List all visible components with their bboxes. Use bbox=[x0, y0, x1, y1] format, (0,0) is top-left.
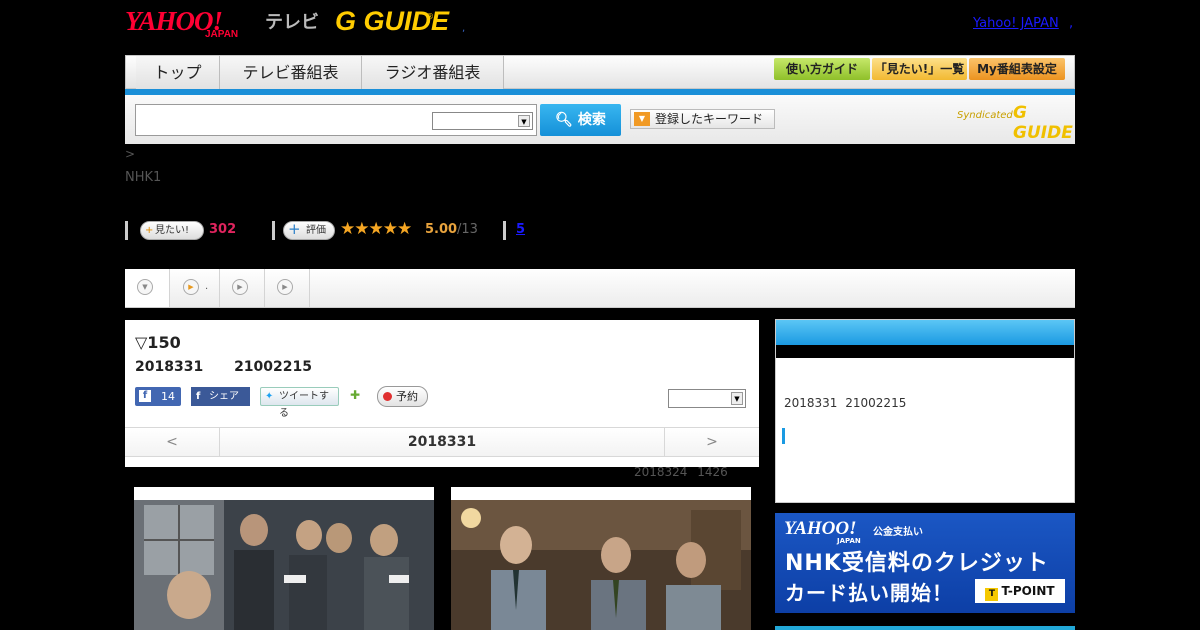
stat-divider bbox=[272, 221, 275, 240]
rate-button-label: 評価 bbox=[306, 225, 326, 236]
header-dot: , bbox=[1069, 16, 1074, 31]
panel-marker bbox=[782, 428, 785, 444]
breadcrumb[interactable]: > bbox=[125, 147, 135, 161]
play-icon: ▶ bbox=[183, 279, 199, 295]
dropdown-triangle-icon: ▼ bbox=[634, 112, 650, 126]
chevron-down-icon: ▼ bbox=[137, 279, 153, 295]
reserve-label: 予約 bbox=[396, 390, 418, 403]
panel-subheader bbox=[776, 345, 1074, 358]
want-button-label: 見たい! bbox=[155, 225, 190, 236]
pager-date: 2018331 bbox=[407, 434, 477, 450]
twitter-icon: ✦ bbox=[265, 391, 274, 402]
facebook-icon: f bbox=[196, 391, 201, 402]
next-day-button[interactable]: > bbox=[664, 428, 759, 456]
facebook-share-button[interactable]: f シェア bbox=[191, 387, 250, 406]
want-count: 302 bbox=[209, 222, 237, 237]
stat-divider bbox=[503, 221, 506, 240]
ad-subtitle: 公金支払い bbox=[873, 527, 923, 538]
chevron-down-icon: ▼ bbox=[518, 115, 530, 127]
gguide-logo[interactable]: G GUIDE bbox=[335, 6, 449, 37]
tab-radio-schedule[interactable]: ラジオ番組表 bbox=[362, 56, 504, 89]
want-button[interactable]: + 見たい! bbox=[140, 221, 204, 240]
broadcast-date: 2018331 21002215 bbox=[784, 396, 907, 410]
japan-logo: JAPAN bbox=[205, 29, 239, 40]
search-button[interactable]: 🔍︎ 検索 bbox=[540, 104, 621, 136]
plus-icon: + bbox=[288, 220, 301, 238]
date-pager: < 2018331 > bbox=[125, 427, 759, 457]
tab-episodes[interactable]: ▶ . bbox=[170, 269, 220, 307]
bookmark-icon[interactable]: ✚ bbox=[350, 388, 366, 404]
search-genre-select[interactable]: ▼ bbox=[432, 112, 533, 130]
program-tabs: ▼ ▶ . ▶ ▶ bbox=[125, 269, 1075, 308]
want-list-button[interactable]: 「見たい!」一覧 bbox=[872, 58, 967, 80]
program-photo[interactable] bbox=[134, 487, 434, 630]
broadcast-info-panel: 2018331 21002215 bbox=[775, 319, 1075, 503]
plus-icon: + bbox=[145, 225, 154, 236]
ad-japan-logo: JAPAN bbox=[837, 537, 861, 545]
main-nav: トップ テレビ番組表 ラジオ番組表 使い方ガイド 「見たい!」一覧 My番組表設… bbox=[125, 55, 1075, 89]
tab-episodes-dot: . bbox=[205, 281, 209, 292]
syndicated-label: Syndicated bbox=[957, 110, 1013, 121]
record-icon bbox=[383, 392, 392, 401]
saved-keywords-button[interactable]: ▼ 登録したキーワード bbox=[630, 109, 775, 129]
tab-detail[interactable]: ▼ bbox=[125, 269, 170, 307]
stat-divider bbox=[125, 221, 128, 240]
tweet-label: ツイートする bbox=[279, 391, 329, 419]
guide-button[interactable]: 使い方ガイド bbox=[774, 58, 870, 80]
reviews-link[interactable]: 5 bbox=[516, 222, 525, 237]
tv-label: テレビ bbox=[265, 12, 319, 33]
tweet-button[interactable]: ✦ ツイートする bbox=[260, 387, 339, 419]
tab-top[interactable]: トップ bbox=[136, 56, 220, 89]
tpoint-badge: T T-POINT bbox=[975, 579, 1065, 603]
channel-name: NHK1 bbox=[125, 170, 162, 185]
facebook-like-count: 14 bbox=[161, 390, 175, 403]
header-separator: , bbox=[462, 23, 466, 34]
tab-related[interactable]: ▶ bbox=[265, 269, 310, 307]
saved-keywords-label: 登録したキーワード bbox=[655, 112, 764, 126]
search-button-label: 検索 bbox=[577, 112, 606, 128]
tab-tv-schedule[interactable]: テレビ番組表 bbox=[220, 56, 362, 89]
tpoint-label: T-POINT bbox=[1001, 584, 1055, 598]
rating-stars: ★★★★★ bbox=[340, 219, 412, 239]
program-info-panel: ▽150 2018331 21002215 f 14 f シェア ✦ ツイートす… bbox=[125, 320, 759, 467]
reserve-button[interactable]: 予約 bbox=[377, 386, 428, 407]
syndicated-gguide-logo: G GUIDE bbox=[1013, 103, 1073, 143]
episode-select[interactable]: ▼ bbox=[668, 389, 746, 408]
program-photo[interactable] bbox=[451, 487, 751, 630]
nhk-payment-ad[interactable]: YAHOO! JAPAN 公金支払い NHK受信料のクレジット カード払い開始！… bbox=[775, 513, 1075, 613]
updated-timestamp: 2018324 1426 bbox=[634, 465, 728, 479]
my-schedule-button[interactable]: My番組表設定 bbox=[969, 58, 1065, 80]
tpoint-icon: T bbox=[985, 588, 999, 601]
ad-headline-2: カード払い開始！ bbox=[785, 581, 953, 605]
facebook-share-label: シェア bbox=[209, 391, 239, 402]
yahoo-japan-link[interactable]: Yahoo! JAPAN bbox=[973, 16, 1059, 31]
rating-count: /13 bbox=[457, 222, 478, 237]
facebook-icon: f bbox=[139, 390, 151, 402]
search-area: ▼ 🔍︎ 検索 ▼ 登録したキーワード Syndicated G GUIDE bbox=[125, 95, 1075, 144]
play-icon: ▶ bbox=[277, 279, 293, 295]
gguide-reg-mark: ® bbox=[426, 12, 434, 21]
rating-value: 5.00 bbox=[425, 222, 458, 237]
play-icon: ▶ bbox=[232, 279, 248, 295]
bottom-banner-edge bbox=[775, 626, 1075, 630]
chevron-down-icon: ▼ bbox=[731, 392, 743, 405]
ad-headline: NHK受信料のクレジット bbox=[785, 551, 1049, 576]
rate-button[interactable]: + 評価 bbox=[283, 221, 335, 240]
air-date: 2018331 21002215 bbox=[135, 359, 312, 375]
tab-cast[interactable]: ▶ bbox=[220, 269, 265, 307]
search-icon: 🔍︎ bbox=[555, 112, 573, 128]
facebook-like-button[interactable]: f 14 bbox=[135, 387, 181, 406]
prev-day-button[interactable]: < bbox=[125, 428, 220, 456]
panel-header bbox=[776, 320, 1074, 345]
program-title: ▽150 bbox=[135, 333, 181, 352]
